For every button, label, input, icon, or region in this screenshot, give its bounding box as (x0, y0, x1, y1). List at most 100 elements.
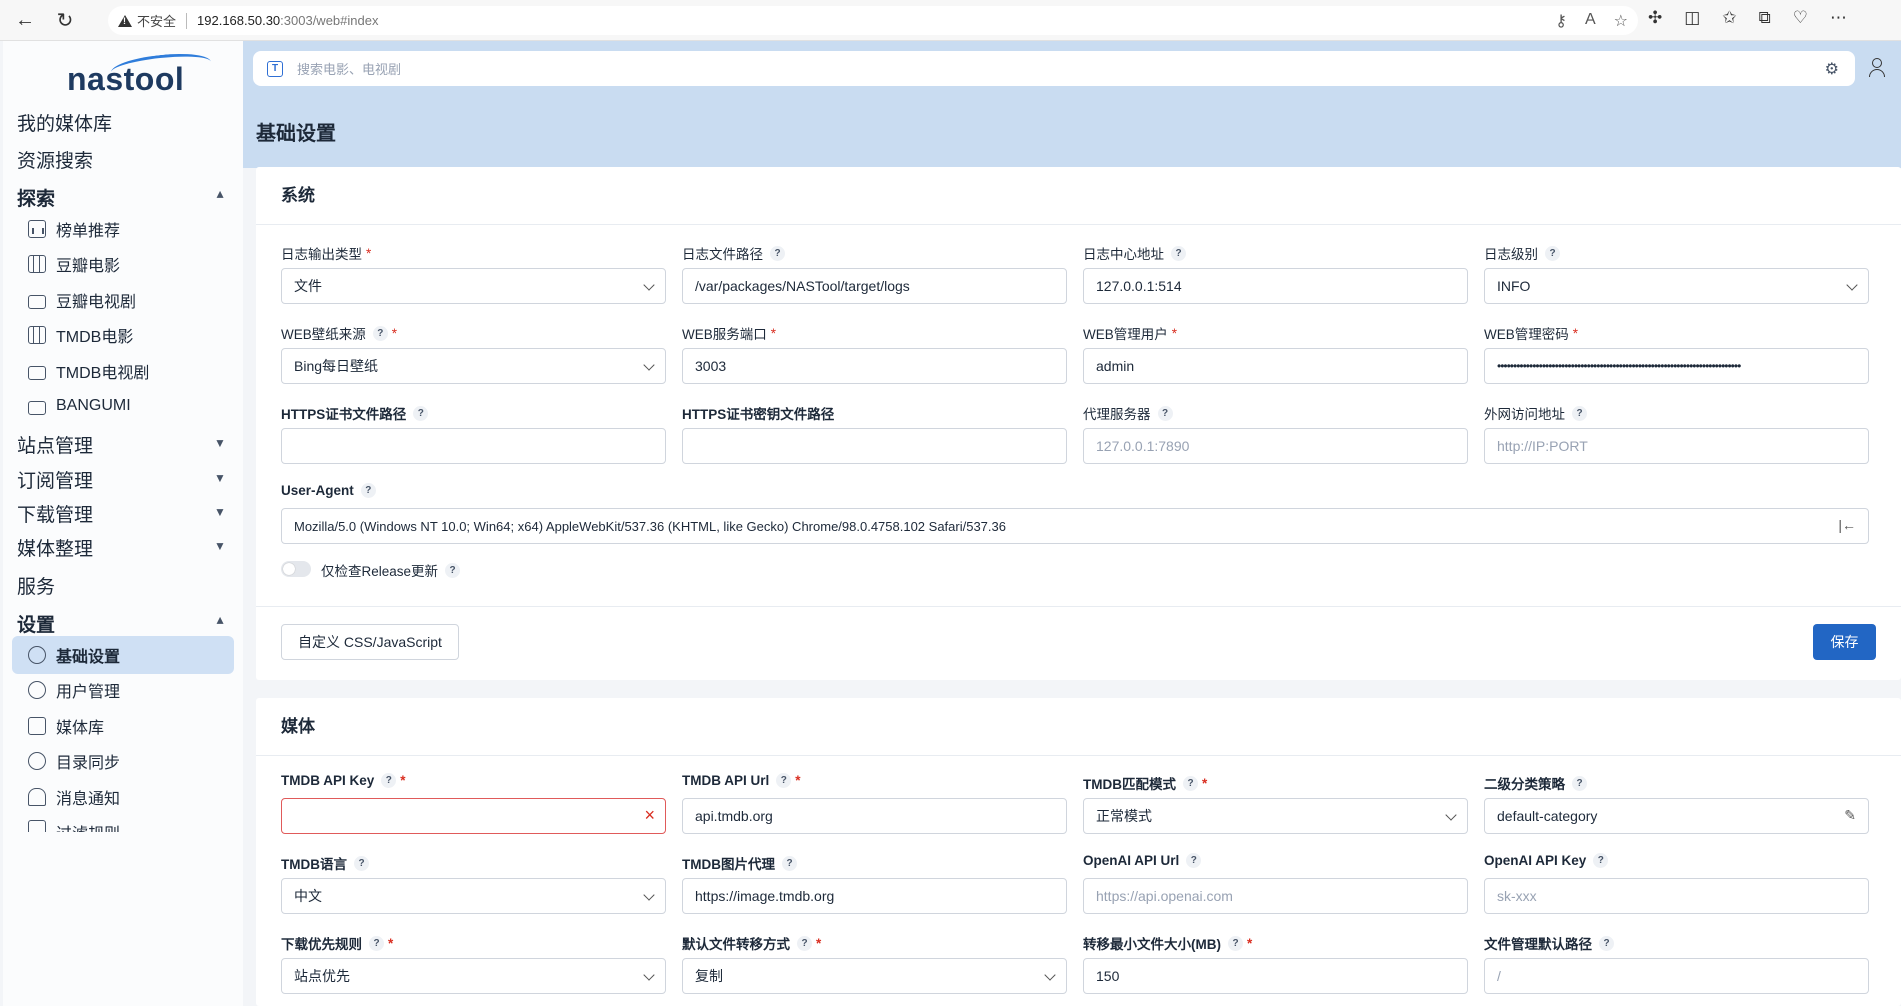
split-screen-icon[interactable]: ◫ (1684, 8, 1700, 28)
sidebar-item-filter-rules[interactable]: 过滤规则 (12, 812, 234, 832)
log-level-select[interactable]: INFO (1484, 268, 1869, 304)
openai-url-input[interactable]: https://api.openai.com (1083, 878, 1468, 914)
sidebar-item-douban-movies[interactable]: 豆瓣电影 (12, 245, 234, 283)
chevron-up-icon[interactable]: ▼ (213, 614, 227, 628)
log-center-input[interactable]: 127.0.0.1:514 (1083, 268, 1468, 304)
web-port-input[interactable]: 3003 (682, 348, 1067, 384)
more-icon[interactable]: ⋯ (1830, 8, 1847, 28)
logo[interactable]: nastool (67, 49, 212, 98)
search-type-icon: T (267, 60, 283, 77)
warning-icon (118, 14, 132, 27)
sidebar-item-tmdb-movies[interactable]: TMDB电影 (12, 316, 234, 354)
help-icon: ? (354, 855, 369, 871)
category-input[interactable]: default-category ✎ (1484, 798, 1869, 834)
tmdb-url-input[interactable]: api.tmdb.org (682, 798, 1067, 834)
nav-explore[interactable]: 探索 (17, 184, 55, 211)
nav-settings[interactable]: 设置 (17, 610, 55, 637)
min-size-input[interactable]: 150 (1083, 958, 1468, 994)
system-card-title: 系统 (256, 167, 1901, 225)
log-path-input[interactable]: /var/packages/NASTool/target/logs (682, 268, 1067, 304)
tmdb-mode-select[interactable]: 正常模式 (1083, 798, 1468, 834)
user-icon[interactable] (1868, 58, 1885, 77)
browser-essentials-icon[interactable]: ♡ (1793, 8, 1808, 28)
sidebar-item-media-library[interactable]: 媒体库 (12, 707, 234, 745)
external-url-label: 外网访问地址? (1484, 403, 1587, 423)
collections-icon[interactable]: ⧉ (1759, 8, 1771, 28)
transfer-mode-select[interactable]: 复制 (682, 958, 1067, 994)
edit-icon[interactable]: ✎ (1844, 807, 1856, 824)
media-card: 媒体 TMDB API Key? * × TMDB API Url? * api.t… (256, 698, 1901, 1006)
nav-my-library[interactable]: 我的媒体库 (17, 109, 112, 136)
reset-to-default-icon[interactable]: |← (1838, 517, 1856, 533)
log-level-label: 日志级别? (1484, 243, 1560, 263)
security-warning[interactable]: 不安全 (118, 11, 176, 30)
release-only-toggle[interactable] (281, 561, 311, 577)
web-password-label: WEB管理密码 * (1484, 325, 1579, 343)
download-rule-select[interactable]: 站点优先 (281, 958, 666, 994)
error-clear-icon[interactable]: × (644, 805, 655, 826)
tmdb-key-input[interactable]: × (281, 798, 666, 834)
proxy-input[interactable]: 127.0.0.1:7890 (1083, 428, 1468, 464)
help-icon: ? (413, 405, 429, 421)
help-icon: ? (372, 325, 388, 341)
sidebar-item-douban-tv[interactable]: 豆瓣电视剧 (12, 281, 234, 319)
chevron-down-icon[interactable]: ▼ (213, 471, 227, 485)
sidebar-item-basic-settings[interactable]: 基础设置 (12, 636, 234, 674)
sidebar-item-user-management[interactable]: 用户管理 (12, 671, 234, 709)
read-aloud-icon[interactable]: A (1585, 11, 1596, 31)
search-bar[interactable]: T 搜索电影、电视剧 ⚙ (253, 51, 1855, 86)
sidebar-item-rankings[interactable]: 榜单推荐 (12, 210, 234, 248)
search-input[interactable]: 搜索电影、电视剧 (297, 59, 401, 78)
tmdb-lang-select[interactable]: 中文 (281, 878, 666, 914)
gear-icon (28, 646, 46, 664)
page-title: 基础设置 (256, 123, 336, 145)
favorite-star-icon[interactable]: ☆ (1614, 11, 1628, 31)
external-url-input[interactable]: http://IP:PORT (1484, 428, 1869, 464)
custom-css-js-button[interactable]: 自定义 CSS/JavaScript (281, 624, 459, 660)
address-bar[interactable]: 不安全 192.168.50.30:3003/web#index ⚷ A ☆ (108, 6, 1638, 35)
wallpaper-label: WEB壁纸来源? * (281, 325, 398, 342)
tmdb-img-input[interactable]: https://image.tmdb.org (682, 878, 1067, 914)
web-port-label: WEB服务端口 * (682, 325, 777, 343)
sidebar-item-notifications[interactable]: 消息通知 (12, 778, 234, 816)
users-icon (28, 681, 46, 699)
nav-service[interactable]: 服务 (17, 572, 55, 599)
https-cert-input[interactable] (281, 428, 666, 464)
sidebar-item-tmdb-tv[interactable]: TMDB电视剧 (12, 352, 234, 390)
chevron-down-icon[interactable]: ▼ (213, 539, 227, 553)
reload-icon[interactable]: ↻ (50, 5, 80, 35)
tmdb-mode-label: TMDB匹配模式? * (1083, 775, 1208, 792)
web-password-input[interactable]: ••••••••••••••••••••••••••••••••••••••••… (1484, 348, 1869, 384)
tv-icon (28, 366, 46, 380)
nav-resource-search[interactable]: 资源搜索 (17, 146, 93, 173)
extensions-icon[interactable]: ✣ (1648, 8, 1662, 28)
nav-site-management[interactable]: 站点管理 (17, 431, 93, 458)
key-icon[interactable]: ⚷ (1555, 11, 1567, 31)
save-button[interactable]: 保存 (1813, 624, 1876, 660)
wallpaper-select[interactable]: Bing每日壁纸 (281, 348, 666, 384)
file-manager-path-input[interactable]: / (1484, 958, 1869, 994)
user-agent-input[interactable]: Mozilla/5.0 (Windows NT 10.0; Win64; x64… (281, 508, 1869, 544)
help-icon: ? (1186, 853, 1202, 868)
sidebar-item-bangumi[interactable]: BANGUMI (12, 387, 234, 425)
chevron-down-icon[interactable]: ▼ (213, 436, 227, 450)
log-type-select[interactable]: 文件 (281, 268, 666, 304)
favorites-icon[interactable]: ✩ (1722, 8, 1736, 28)
https-key-input[interactable] (682, 428, 1067, 464)
help-icon: ? (1183, 775, 1198, 791)
sidebar-item-directory-sync[interactable]: 目录同步 (12, 742, 234, 780)
nav-download-management[interactable]: 下载管理 (17, 500, 93, 527)
help-icon: ? (369, 935, 384, 951)
chevron-down-icon (1044, 969, 1056, 981)
nav-subscription-management[interactable]: 订阅管理 (17, 466, 93, 493)
back-icon[interactable]: ← (10, 5, 40, 35)
chevron-down-icon[interactable]: ▼ (213, 505, 227, 519)
film-icon (28, 255, 46, 273)
filter-settings-icon[interactable]: ⚙ (1825, 59, 1839, 79)
web-user-input[interactable]: admin (1083, 348, 1468, 384)
chevron-up-icon[interactable]: ▼ (213, 188, 227, 202)
help-icon: ? (1545, 245, 1560, 261)
nav-media-organize[interactable]: 媒体整理 (17, 534, 93, 561)
openai-key-input[interactable]: sk-xxx (1484, 878, 1869, 914)
filter-icon (28, 820, 46, 832)
